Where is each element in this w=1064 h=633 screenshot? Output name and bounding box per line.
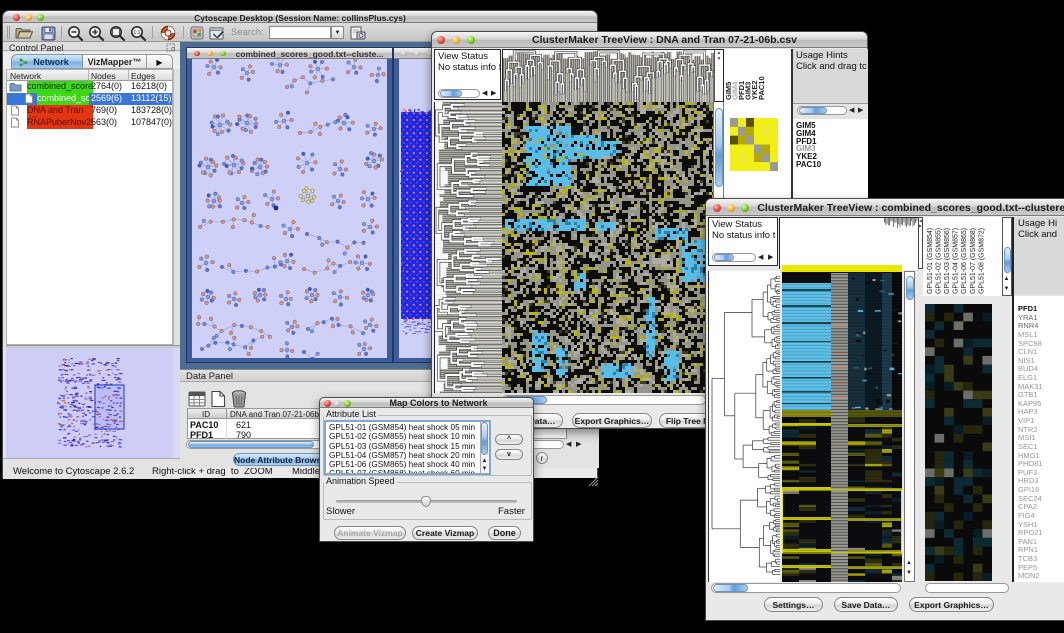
svg-text:GPL51-02 (GSM855): GPL51-02 (GSM855) [936, 228, 943, 294]
svg-text:GPL51-03 (GSM856): GPL51-03 (GSM856) [944, 228, 951, 294]
svg-text:1:1: 1:1 [134, 30, 141, 36]
svg-text:GPL51-06 (GSM865): GPL51-06 (GSM865) [961, 228, 968, 294]
svg-text:PAC10: PAC10 [757, 76, 766, 100]
svg-text:GPL51-08 (GSM872): GPL51-08 (GSM872) [978, 228, 985, 294]
svg-text:GPL51-07 (GSM868): GPL51-07 (GSM868) [970, 228, 977, 294]
svg-text:GPL51-01 (GSM854): GPL51-01 (GSM854) [927, 228, 934, 294]
svg-text:GPL51-04 (GSM857): GPL51-04 (GSM857) [953, 228, 960, 294]
